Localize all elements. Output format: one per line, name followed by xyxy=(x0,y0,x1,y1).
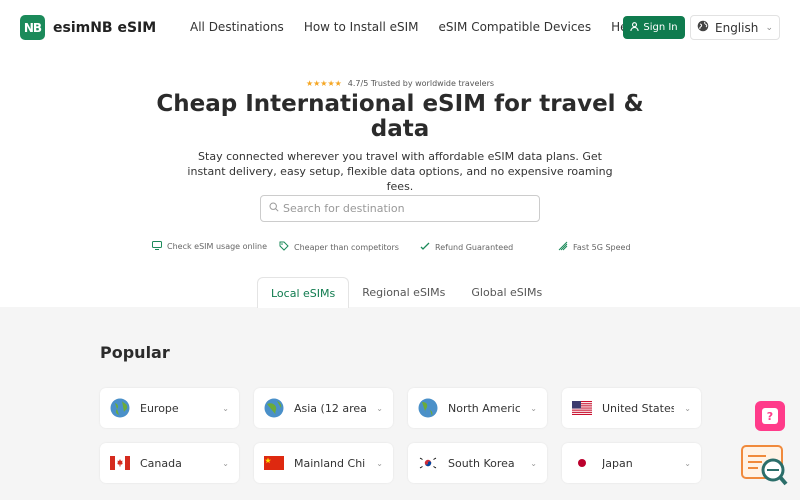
canada-flag-icon xyxy=(110,456,130,470)
globe-asia-icon xyxy=(264,398,284,418)
destination-card-united-states[interactable]: United States ⌄ xyxy=(562,388,701,428)
destination-name: Asia (12 areas) xyxy=(294,401,367,415)
destination-card-europe[interactable]: Europe ⌄ xyxy=(100,388,239,428)
globe-icon xyxy=(697,20,709,35)
chevron-down-icon: ⌄ xyxy=(376,458,383,468)
chevron-down-icon: ⌄ xyxy=(684,403,691,413)
destination-name: North America xyxy=(448,401,521,415)
destination-card-south-korea[interactable]: South Korea ⌄ xyxy=(408,443,547,483)
feature-usage-label: Check eSIM usage online xyxy=(167,242,268,251)
monitor-icon xyxy=(152,241,162,252)
page-title: Cheap International eSIM for travel & da… xyxy=(156,91,644,142)
chevron-down-icon: ⌄ xyxy=(530,458,537,468)
esim-type-tabs: Local eSIMs Regional eSIMs Global eSIMs xyxy=(257,277,555,308)
signin-button[interactable]: Sign In xyxy=(623,16,685,39)
destination-card-canada[interactable]: Canada ⌄ xyxy=(100,443,239,483)
globe-americas-icon xyxy=(418,398,438,418)
rating-row: ★★★★★ 4.7/5 Trusted by worldwide travele… xyxy=(0,79,800,88)
help-button[interactable]: ? xyxy=(755,401,785,431)
feature-refund: Refund Guaranteed xyxy=(420,241,513,253)
destination-search[interactable]: Search for destination xyxy=(260,195,540,222)
brand-logo[interactable]: NB esimNB eSIM xyxy=(20,15,156,40)
signin-label: Sign In xyxy=(643,22,678,33)
chevron-down-icon: ⌄ xyxy=(222,403,229,413)
nav-all-destinations[interactable]: All Destinations xyxy=(190,20,284,34)
feature-speed-label: Fast 5G Speed xyxy=(573,242,631,252)
popular-heading: Popular xyxy=(100,343,170,362)
japan-flag-icon xyxy=(572,456,592,470)
destination-name: United States xyxy=(602,401,675,415)
question-icon: ? xyxy=(762,408,778,424)
hero-subtitle: Stay connected wherever you travel with … xyxy=(187,150,613,193)
user-icon xyxy=(630,21,639,34)
star-rating-icon: ★★★★★ xyxy=(305,79,342,88)
chevron-down-icon: ⌄ xyxy=(222,458,229,468)
nav-how-to-install[interactable]: How to Install eSIM xyxy=(304,20,419,34)
chevron-down-icon: ⌄ xyxy=(765,22,773,33)
south-korea-flag-icon xyxy=(418,456,438,470)
us-flag-icon xyxy=(572,401,592,415)
tab-regional-esims[interactable]: Regional eSIMs xyxy=(349,277,458,308)
globe-europe-icon xyxy=(110,398,130,418)
chevron-down-icon: ⌄ xyxy=(530,403,537,413)
feature-usage: Check eSIM usage online xyxy=(152,241,267,252)
top-navbar: NB esimNB eSIM All Destinations How to I… xyxy=(0,0,800,56)
chat-search-icon xyxy=(741,445,788,486)
destination-name: Europe xyxy=(140,401,179,415)
destination-name: Mainland China xyxy=(294,456,366,470)
logo-mark: NB xyxy=(20,15,45,40)
feature-cheaper: Cheaper than competitors xyxy=(279,241,399,253)
destination-card-asia[interactable]: Asia (12 areas) ⌄ xyxy=(254,388,393,428)
language-selector[interactable]: English ⌄ xyxy=(690,15,780,40)
chevron-down-icon: ⌄ xyxy=(376,403,383,413)
feature-speed: Fast 5G Speed xyxy=(558,241,631,253)
tag-icon xyxy=(279,241,289,253)
signal-icon xyxy=(558,241,568,253)
tab-local-esims[interactable]: Local eSIMs xyxy=(257,277,350,308)
tab-global-esims[interactable]: Global eSIMs xyxy=(458,277,555,308)
chat-widget-button[interactable] xyxy=(740,444,790,488)
destination-card-north-america[interactable]: North America ⌄ xyxy=(408,388,547,428)
destination-name: South Korea xyxy=(448,456,515,470)
brand-name: esimNB eSIM xyxy=(53,19,157,36)
rating-text: 4.7/5 Trusted by worldwide travelers xyxy=(347,79,495,88)
china-flag-icon xyxy=(264,456,284,470)
destination-card-japan[interactable]: Japan ⌄ xyxy=(562,443,701,483)
feature-refund-label: Refund Guaranteed xyxy=(435,242,514,252)
search-icon xyxy=(269,202,279,215)
destination-name: Japan xyxy=(602,456,633,470)
destination-card-mainland-china[interactable]: Mainland China ⌄ xyxy=(254,443,393,483)
main-menu: All Destinations How to Install eSIM eSI… xyxy=(190,20,649,34)
destination-name: Canada xyxy=(140,456,182,470)
chevron-down-icon: ⌄ xyxy=(684,458,691,468)
search-input[interactable]: Search for destination xyxy=(283,202,405,215)
language-label: English xyxy=(715,20,759,35)
nav-compatible-devices[interactable]: eSIM Compatible Devices xyxy=(439,20,592,34)
refund-icon xyxy=(420,241,430,253)
feature-cheaper-label: Cheaper than competitors xyxy=(294,242,399,252)
